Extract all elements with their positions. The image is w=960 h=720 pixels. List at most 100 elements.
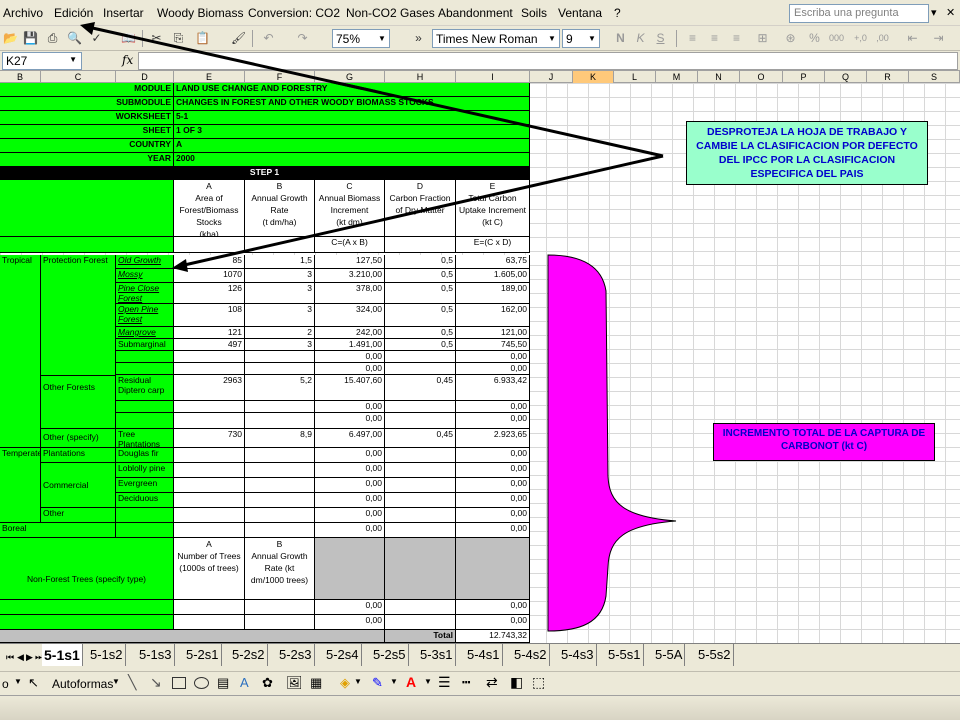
sheet-tab[interactable]: 5-4s3: [559, 644, 597, 666]
data-cell-a[interactable]: [174, 413, 245, 429]
data-cell-b[interactable]: [245, 401, 315, 413]
data-cell-e[interactable]: 0,00: [456, 523, 530, 538]
data-cell-b[interactable]: [245, 448, 315, 463]
data-cell-d[interactable]: [385, 463, 456, 478]
sheet-tab[interactable]: 5-5s2: [696, 644, 734, 666]
data-cell-a[interactable]: [174, 448, 245, 463]
data-cell-c[interactable]: 0,00: [315, 448, 385, 463]
decrease-indent-icon[interactable]: ⇤: [904, 30, 921, 47]
nonforest-d-cell[interactable]: [385, 615, 456, 630]
data-cell-d[interactable]: [385, 401, 456, 413]
line-color-icon[interactable]: ✎: [372, 675, 383, 691]
nonforest-c-cell[interactable]: 0,00: [315, 600, 385, 615]
fill-color-icon[interactable]: ◈: [340, 675, 350, 691]
nonforest-b-cell[interactable]: [245, 615, 315, 630]
decrease-decimal-icon[interactable]: ,00: [874, 30, 891, 47]
sheet-tab[interactable]: 5-2s4: [324, 644, 362, 666]
forest-type-cell[interactable]: Loblolly pine: [116, 463, 174, 478]
data-cell-c[interactable]: 0,00: [315, 401, 385, 413]
close-icon[interactable]: ✕: [946, 6, 955, 19]
sheet-tab[interactable]: 5-3s1: [418, 644, 456, 666]
prev-sheet-icon[interactable]: ◀: [17, 652, 24, 663]
percent-icon[interactable]: %: [806, 30, 823, 47]
data-cell-c[interactable]: 0,00: [315, 413, 385, 429]
sheet-tab[interactable]: 5-5A: [653, 644, 686, 666]
thousands-icon[interactable]: 000: [828, 30, 845, 47]
merge-center-icon[interactable]: ⊞: [754, 30, 771, 47]
sheet-tab[interactable]: 5-1s1: [42, 644, 83, 666]
data-cell-d[interactable]: [385, 478, 456, 493]
data-cell-a[interactable]: [174, 401, 245, 413]
nonforest-a-cell[interactable]: [174, 600, 245, 615]
next-sheet-icon[interactable]: ▶: [26, 652, 33, 663]
column-header[interactable]: Q: [825, 71, 867, 83]
data-cell-c[interactable]: 0,00: [315, 463, 385, 478]
ask-question-input[interactable]: Escriba una pregunta: [789, 4, 929, 23]
data-cell-e[interactable]: 0,00: [456, 478, 530, 493]
line-style-icon[interactable]: ☰: [438, 674, 451, 691]
data-cell-c[interactable]: 0,00: [315, 478, 385, 493]
forest-type-cell[interactable]: Douglas fir: [116, 448, 174, 463]
increase-decimal-icon[interactable]: +,0: [852, 30, 869, 47]
data-cell-d[interactable]: 0,45: [385, 429, 456, 448]
sheet-tab[interactable]: 5-2s2: [230, 644, 268, 666]
nonforest-b-cell[interactable]: [245, 600, 315, 615]
sheet-tab[interactable]: 5-4s1: [465, 644, 503, 666]
line-icon[interactable]: ╲: [128, 674, 136, 691]
textbox-icon[interactable]: ▤: [217, 675, 229, 691]
nonforest-e-cell[interactable]: 0,00: [456, 615, 530, 630]
data-cell-e[interactable]: 0,00: [456, 493, 530, 508]
forest-type-cell[interactable]: Tree Plantations: [116, 429, 174, 448]
data-cell-a[interactable]: [174, 523, 245, 538]
currency-icon[interactable]: ⊛: [782, 30, 799, 47]
nonforest-c-cell[interactable]: 0,00: [315, 615, 385, 630]
data-cell-b[interactable]: [245, 523, 315, 538]
draw-menu[interactable]: o: [2, 677, 9, 691]
data-cell-e[interactable]: 0,00: [456, 413, 530, 429]
data-cell-a[interactable]: [174, 508, 245, 523]
3d-icon[interactable]: ⬚: [532, 674, 545, 691]
forest-type-cell[interactable]: [116, 413, 174, 429]
data-cell-a[interactable]: [174, 478, 245, 493]
diagram-icon[interactable]: ✿: [262, 675, 273, 691]
clipart-icon[interactable]: 🖼: [286, 675, 303, 691]
oval-icon[interactable]: [194, 677, 209, 689]
sheet-tab[interactable]: 5-1s2: [88, 644, 126, 666]
forest-type-cell[interactable]: [116, 508, 174, 523]
sheet-tab[interactable]: 5-2s3: [277, 644, 315, 666]
worksheet-grid[interactable]: MODULE LAND USE CHANGE AND FORESTRY SUBM…: [0, 83, 960, 643]
sheet-tab[interactable]: 5-2s5: [371, 644, 409, 666]
data-cell-c[interactable]: 0,00: [315, 508, 385, 523]
data-cell-d[interactable]: [385, 493, 456, 508]
select-objects-icon[interactable]: ↖: [28, 675, 39, 691]
dropdown-arrow-icon[interactable]: ▾: [931, 6, 937, 19]
data-cell-b[interactable]: 8,9: [245, 429, 315, 448]
forest-type-cell[interactable]: Deciduous: [116, 493, 174, 508]
data-cell-e[interactable]: 0,00: [456, 448, 530, 463]
data-cell-c[interactable]: 0,00: [315, 493, 385, 508]
data-cell-a[interactable]: [174, 463, 245, 478]
data-cell-c[interactable]: 0,00: [315, 523, 385, 538]
data-cell-b[interactable]: [245, 463, 315, 478]
total-value[interactable]: 12.743,32: [456, 630, 530, 643]
data-cell-c[interactable]: 6.497,00: [315, 429, 385, 448]
first-sheet-icon[interactable]: ⏮: [6, 652, 14, 663]
nonforest-a-cell[interactable]: [174, 615, 245, 630]
font-color-icon[interactable]: A: [406, 674, 416, 690]
forest-type-cell[interactable]: Evergreen: [116, 478, 174, 493]
data-cell-b[interactable]: [245, 478, 315, 493]
nonforest-e-cell[interactable]: 0,00: [456, 600, 530, 615]
data-cell-e[interactable]: 0,00: [456, 508, 530, 523]
autoshapes-menu[interactable]: Autoformas: [52, 677, 113, 691]
forest-type-cell[interactable]: [116, 401, 174, 413]
data-cell-a[interactable]: 730: [174, 429, 245, 448]
increase-indent-icon[interactable]: ⇥: [930, 30, 947, 47]
data-cell-d[interactable]: [385, 508, 456, 523]
column-header[interactable]: R: [867, 71, 909, 83]
sheet-tab[interactable]: 5-4s2: [512, 644, 550, 666]
wordart-icon[interactable]: A: [240, 675, 249, 690]
column-header[interactable]: P: [783, 71, 825, 83]
data-cell-e[interactable]: 0,00: [456, 401, 530, 413]
align-right-icon[interactable]: ≡: [728, 30, 745, 47]
column-header[interactable]: N: [698, 71, 740, 83]
